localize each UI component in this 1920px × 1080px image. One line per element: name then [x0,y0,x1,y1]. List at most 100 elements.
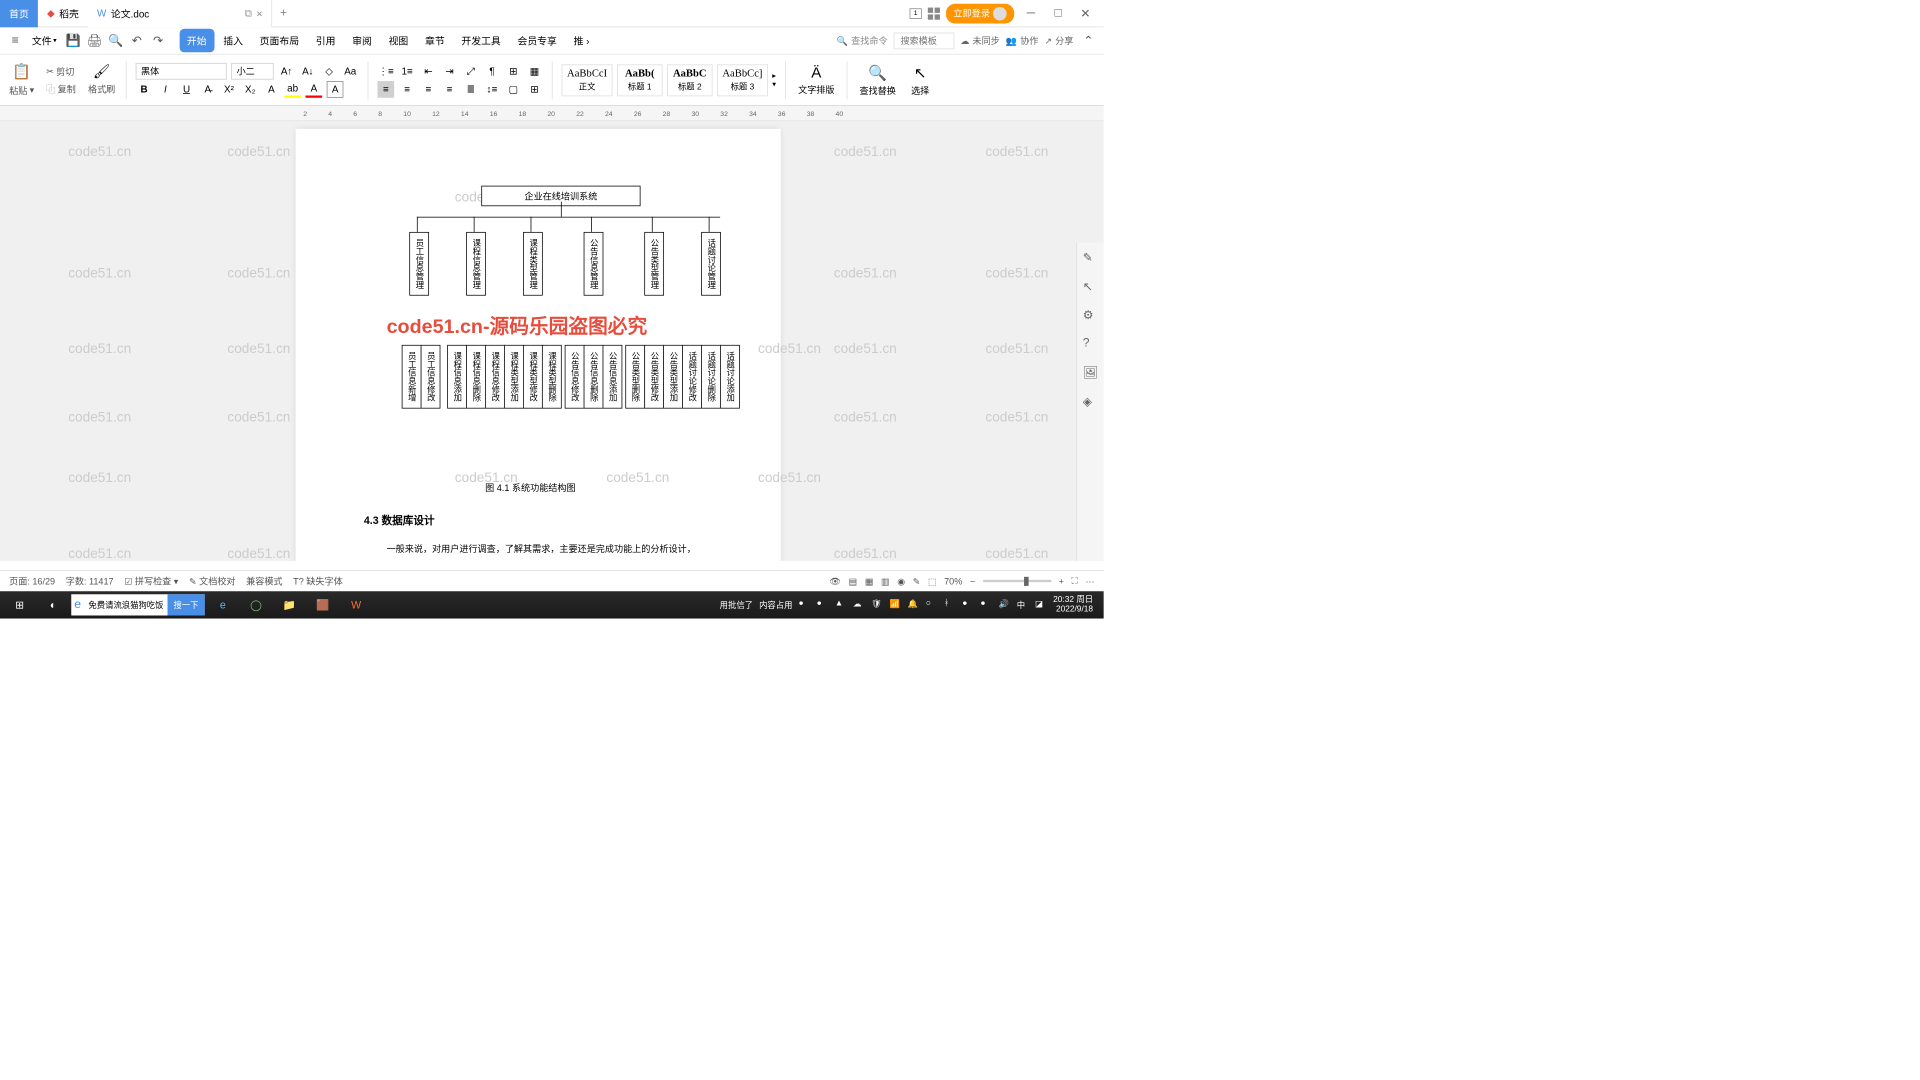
taskbar-search[interactable]: e 搜一下 [71,594,204,615]
clear-format-icon[interactable]: ◇ [321,63,338,80]
tab-popout-icon[interactable]: ⧉ [245,7,252,19]
tab-chapter[interactable]: 章节 [417,29,452,52]
tab-pagelayout[interactable]: 页面布局 [252,29,307,52]
style-h1[interactable]: AaBb(标题 1 [617,64,662,96]
superscript-button[interactable]: X² [221,81,238,98]
tray-icon[interactable]: ● [817,599,829,611]
minimize-button[interactable]: ─ [1020,3,1041,24]
tab-start[interactable]: 开始 [179,29,214,52]
missing-font[interactable]: T? 缺失字体 [293,575,343,588]
outline-view-icon[interactable]: ▥ [881,576,890,587]
text-effect-button[interactable]: A [263,81,280,98]
line-spacing-button[interactable]: ↕≡ [484,81,501,98]
task-ie[interactable]: e [208,594,238,617]
tray-ime-icon[interactable]: 中 [1017,599,1029,611]
cut-button[interactable]: ✂剪切 [45,63,78,79]
select-button[interactable]: ↖选择 [908,60,932,99]
zoom-out-button[interactable]: − [970,576,975,587]
preview-icon[interactable]: 🔍 [107,31,125,49]
task-wps[interactable]: W [341,594,371,617]
zoom-slider[interactable] [983,580,1051,582]
tab-document[interactable]: W论文.doc ⧉ × [88,0,272,27]
show-marks-button[interactable]: ¶ [484,63,501,80]
zoom-in-button[interactable]: + [1059,576,1064,587]
search-input[interactable] [84,600,167,609]
pen-icon[interactable]: ✎ [1083,250,1098,265]
search-button[interactable]: 搜一下 [167,594,204,615]
tray-icon[interactable]: ○ [926,599,938,611]
redo-icon[interactable]: ↷ [149,31,167,49]
decrease-font-icon[interactable]: A↓ [299,63,316,80]
task-app1[interactable]: 🟫 [308,594,338,617]
copilot-icon[interactable]: ◐ [38,594,68,617]
maximize-button[interactable]: □ [1048,3,1069,24]
underline-button[interactable]: U [178,81,195,98]
proof-button[interactable]: ✎ 文档校对 [189,575,236,588]
paste-button[interactable]: 粘贴▾ [8,82,36,98]
tab-review[interactable]: 审阅 [345,29,380,52]
more-icon[interactable]: ⋯ [1085,576,1094,587]
tray-icon[interactable]: ● [980,599,992,611]
search-template-input[interactable] [894,32,955,49]
print-view-icon[interactable]: ▦ [865,576,874,587]
shading-button[interactable]: ▢ [505,81,522,98]
document-canvas[interactable]: code51.cn code51.cn code51.cn code51.cn … [0,121,1104,561]
undo-icon[interactable]: ↶ [128,31,146,49]
highlight-button[interactable]: ab [284,81,301,98]
clock[interactable]: 20:32 周日 2022/9/18 [1053,595,1099,615]
font-select[interactable] [136,63,227,80]
file-menu[interactable]: 文件▾ [27,30,61,50]
tab-home[interactable]: 首页 [0,0,38,27]
font-color-button[interactable]: A [306,81,323,98]
tab-insert[interactable]: 插入 [216,29,251,52]
copy-button[interactable]: ⿻复制 [45,81,78,97]
cursor-icon[interactable]: ↖ [1083,279,1098,294]
layout-icon[interactable]: 1 [910,8,922,19]
sort-button[interactable]: ⤢ [462,63,479,80]
share-button[interactable]: ↗分享 [1044,34,1073,47]
close-button[interactable]: ✕ [1075,3,1096,24]
tab-reference[interactable]: 引用 [308,29,343,52]
save-icon[interactable]: 💾 [64,31,82,49]
format-painter-button[interactable]: 格式刷 [86,81,116,97]
spell-check[interactable]: ☑ 拼写检查 ▾ [124,575,178,588]
tray-icon[interactable]: 🛡 [871,599,883,611]
tray-icon[interactable]: ☁ [853,599,865,611]
char-border-button[interactable]: A [327,81,344,98]
close-icon[interactable]: × [256,7,262,19]
tray-icon[interactable]: ▲ [835,599,847,611]
align-left-button[interactable]: ≡ [378,81,395,98]
sync-status[interactable]: ☁未同步 [960,34,999,47]
edit-icon[interactable]: ✎ [913,576,921,587]
eye-icon[interactable]: 👁 [830,576,842,587]
style-h2[interactable]: AaBbC标题 2 [667,64,712,96]
change-case-icon[interactable]: Aa [342,63,359,80]
tab-docke[interactable]: ◆稻壳 [38,0,88,27]
strikethrough-button[interactable]: A̵ [199,81,216,98]
tool-icon[interactable]: ◈ [1083,394,1098,409]
format-painter-icon[interactable]: 🖌 [86,63,116,79]
align-justify-button[interactable]: ≡ [441,81,458,98]
tray-bell-icon[interactable]: 🔔 [908,599,920,611]
read-view-icon[interactable]: ▤ [849,576,858,587]
page-indicator[interactable]: 页面: 16/29 [9,575,55,588]
italic-button[interactable]: I [157,81,174,98]
zoom-label[interactable]: 70% [944,576,962,587]
bullet-list-button[interactable]: ⋮≡ [378,63,395,80]
tabs-button[interactable]: ⊞ [505,63,522,80]
style-h3[interactable]: AaBbCc]标题 3 [717,64,768,96]
style-gallery[interactable]: AaBbCcI正文 AaBb(标题 1 AaBbC标题 2 AaBbCc]标题 … [562,64,776,96]
bold-button[interactable]: B [136,81,153,98]
collapse-ribbon-icon[interactable]: ⌃ [1079,31,1097,49]
para-format-button[interactable]: ▦ [526,63,543,80]
tray-vol-icon[interactable]: 🔊 [999,599,1011,611]
grid-icon[interactable] [928,7,940,19]
style-normal[interactable]: AaBbCcI正文 [562,64,613,96]
menu-icon[interactable]: ≡ [6,31,24,49]
compat-mode[interactable]: 兼容模式 [246,575,282,588]
tray-bt-icon[interactable]: ᚼ [944,599,956,611]
align-right-button[interactable]: ≡ [420,81,437,98]
size-select[interactable] [231,63,273,80]
increase-font-icon[interactable]: A↑ [278,63,295,80]
tray-angry[interactable]: 用批信了 [720,599,753,611]
